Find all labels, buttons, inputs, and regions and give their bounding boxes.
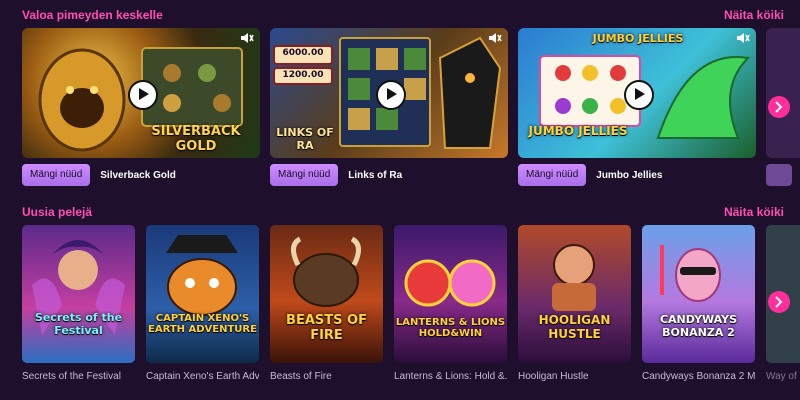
featured-carousel: SILVERBACK GOLD Mängi nüüd Silverback Go… <box>22 28 800 188</box>
game-logo-text: CANDYWAYS BONANZA 2 <box>659 313 738 339</box>
game-logo-top: JUMBO JELLIES <box>592 32 684 45</box>
chevron-right-icon <box>775 296 783 308</box>
game-logo-text: SILVERBACK GOLD <box>151 124 241 154</box>
game-card-silverback-gold[interactable]: SILVERBACK GOLD <box>22 28 260 158</box>
play-icon <box>635 88 645 100</box>
game-thumbnail <box>404 259 496 307</box>
play-now-button[interactable]: Mängi nüüd <box>270 164 339 186</box>
game-card-lanterns-and-lions[interactable]: LANTERNS & LIONS HOLD&WIN <box>394 225 507 363</box>
next-arrow-button[interactable] <box>768 291 790 313</box>
play-video-button[interactable] <box>128 80 158 110</box>
play-video-button[interactable] <box>376 80 406 110</box>
featured-section-title: Valoa pimeyden keskelle <box>22 8 163 22</box>
game-title[interactable]: Captain Xeno's Earth Adv... <box>146 371 259 382</box>
game-thumbnail <box>552 244 596 311</box>
game-card-peek[interactable] <box>766 28 800 158</box>
game-card-links-of-ra[interactable]: 6000.00 1200.00 LINKS OF RA <box>270 28 508 158</box>
game-thumbnail <box>660 245 721 302</box>
game-thumbnail <box>166 235 238 316</box>
new-games-see-all-link[interactable]: Näita köiki <box>724 205 784 219</box>
game-card-jumbo-jellies[interactable]: JUMBO JELLIES JUMBO JELLIES <box>518 28 756 158</box>
play-now-button[interactable] <box>766 164 792 186</box>
featured-see-all-link[interactable]: Näita köiki <box>724 8 784 22</box>
game-card-footer <box>766 164 792 186</box>
game-title[interactable]: Jumbo Jellies <box>596 170 662 181</box>
game-title[interactable]: Beasts of Fire <box>270 371 383 382</box>
play-now-button[interactable]: Mängi nüüd <box>518 164 587 186</box>
game-card-secrets-of-the-festival[interactable]: Secrets of the Festival <box>22 225 135 363</box>
jackpot-readout-minor: 1200.00 <box>282 70 324 80</box>
game-card-captain-xeno[interactable]: CAPTAIN XENO'S EARTH ADVENTURE <box>146 225 259 363</box>
game-card-hooligan-hustle[interactable]: HOOLIGAN HUSTLE <box>518 225 631 363</box>
chevron-right-icon <box>775 101 783 113</box>
game-logo-text: LANTERNS & LIONS HOLD&WIN <box>395 317 506 339</box>
game-title[interactable]: Lanterns & Lions: Hold &... <box>394 371 507 382</box>
game-title[interactable]: Links of Ra <box>348 170 402 181</box>
game-card-footer: Mängi nüüd Silverback Gold <box>22 164 176 186</box>
game-card-beasts-of-fire[interactable]: BEASTS OF FIRE <box>270 225 383 363</box>
game-card-footer: Mängi nüüd Links of Ra <box>270 164 402 186</box>
play-icon <box>139 88 149 100</box>
next-arrow-button[interactable] <box>768 96 790 118</box>
game-title[interactable]: Way of R... <box>766 371 800 382</box>
game-card-footer: Mängi nüüd Jumbo Jellies <box>518 164 662 186</box>
game-logo-text: BEASTS OF FIRE <box>286 313 367 343</box>
game-logo-text: JUMBO JELLIES <box>528 124 628 138</box>
jackpot-readout-major: 6000.00 <box>282 48 324 58</box>
game-title[interactable]: Secrets of the Festival <box>22 371 135 382</box>
game-title[interactable]: Silverback Gold <box>100 170 176 181</box>
game-logo-text: HOOLIGAN HUSTLE <box>538 313 611 341</box>
new-games-section-title: Uusia pelejä <box>22 205 93 219</box>
play-icon <box>387 88 397 100</box>
mute-icon[interactable] <box>488 32 502 44</box>
mute-icon[interactable] <box>736 32 750 44</box>
game-logo-text: Secrets of the Festival <box>34 311 123 337</box>
mute-icon[interactable] <box>240 32 254 44</box>
game-card-candyways-bonanza-2[interactable]: CANDYWAYS BONANZA 2 <box>642 225 755 363</box>
game-logo-text: CAPTAIN XENO'S EARTH ADVENTURE <box>148 313 257 335</box>
play-video-button[interactable] <box>624 80 654 110</box>
game-logo-text: LINKS OF RA <box>276 126 334 152</box>
game-title[interactable]: Candyways Bonanza 2 M... <box>642 371 755 382</box>
game-thumbnail <box>32 240 125 335</box>
game-title[interactable]: Hooligan Hustle <box>518 371 631 382</box>
play-now-button[interactable]: Mängi nüüd <box>22 164 91 186</box>
